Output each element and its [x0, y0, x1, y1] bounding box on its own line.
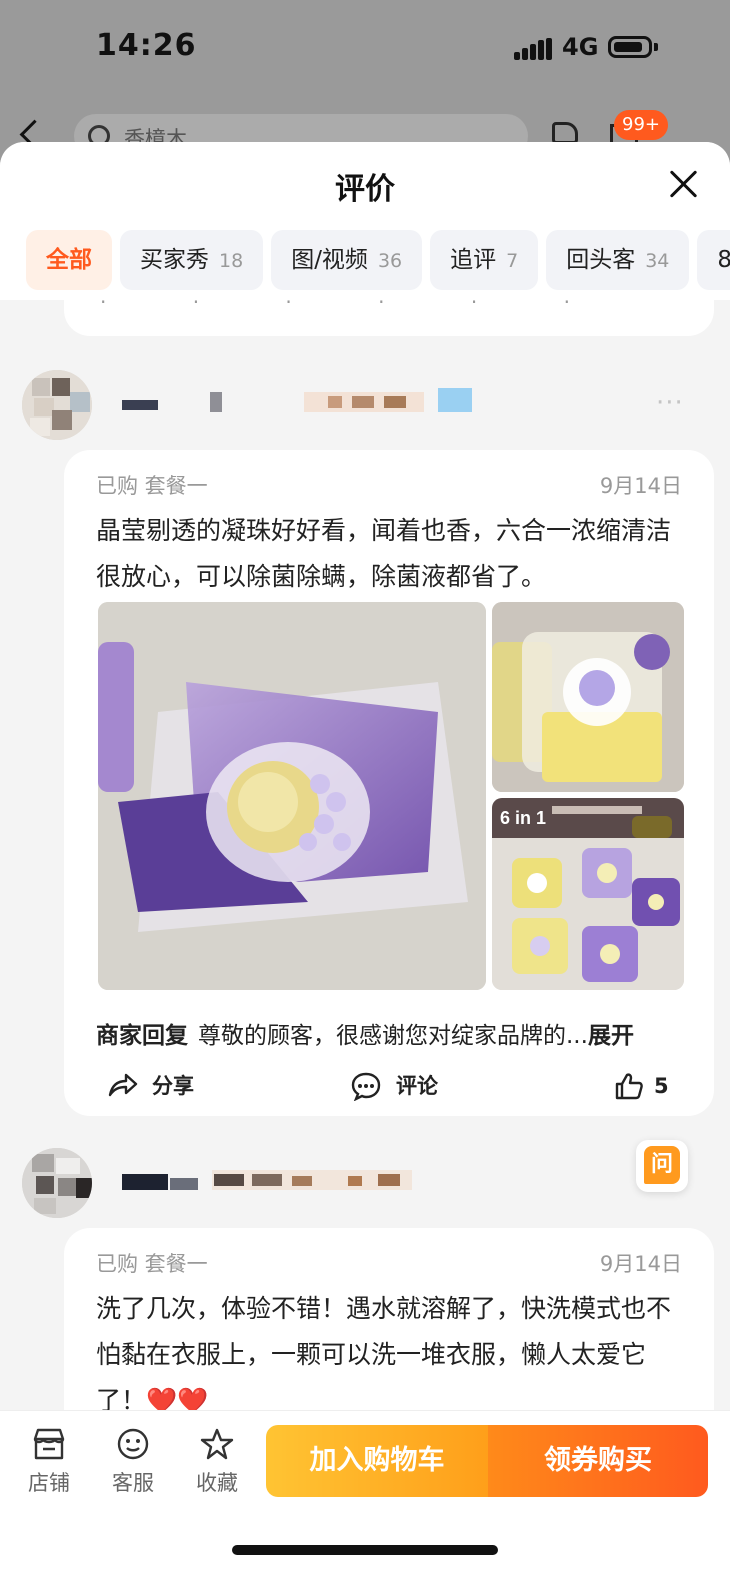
- filter-chip-more[interactable]: 88: [697, 230, 730, 290]
- battery-cap: [654, 43, 658, 51]
- battery-icon: [608, 36, 652, 58]
- customer-service-button[interactable]: 客服: [98, 1427, 168, 1497]
- home-indicator: [232, 1545, 498, 1555]
- expand-reply-link[interactable]: 展开: [588, 1023, 634, 1049]
- review-text: 洗了几次，体验不错！遇水就溶解了，快洗模式也不怕黏在衣服上，一颗可以洗一堆衣服，…: [96, 1294, 672, 1415]
- filter-chip-repeat-buyer[interactable]: 回头客 34: [546, 230, 690, 290]
- star-icon: [200, 1428, 234, 1460]
- network-label: 4G: [562, 33, 599, 61]
- purchased-variant: 已购 套餐一: [96, 474, 208, 498]
- review-photo-top-right[interactable]: [492, 602, 684, 792]
- review-filter-tabs: 全部 买家秀 18 图/视频 36 追评 7 回头客 34 88: [26, 230, 730, 290]
- store-label: 店铺: [28, 1471, 70, 1495]
- bottom-action-bar: 店铺 客服 收藏 加入购物车 领券购买: [0, 1410, 730, 1583]
- store-icon: [33, 1428, 65, 1460]
- filter-chip-label: 回头客: [566, 247, 636, 273]
- filter-chip-photo-video[interactable]: 图/视频 36: [271, 230, 423, 290]
- review-photo-bottom-right[interactable]: 6 in 1: [492, 798, 684, 990]
- share-arrow-icon: [108, 1073, 138, 1097]
- ask-question-button[interactable]: 问: [636, 1140, 688, 1192]
- filter-chip-label: 买家秀: [140, 247, 209, 273]
- ask-label: 问: [644, 1146, 680, 1184]
- like-count: 5: [654, 1074, 669, 1098]
- add-to-cart-button[interactable]: 加入购物车: [266, 1425, 488, 1497]
- reviewer-row[interactable]: ···: [22, 370, 712, 440]
- signal-icon: [514, 38, 552, 60]
- merchant-reply-text: 尊敬的顾客，很感谢您对绽家品牌的...: [198, 1023, 588, 1049]
- avatar[interactable]: [22, 370, 92, 440]
- filter-chip-all[interactable]: 全部: [26, 230, 112, 290]
- store-button[interactable]: 店铺: [14, 1427, 84, 1497]
- filter-chip-buyer-show[interactable]: 买家秀 18: [120, 230, 264, 290]
- purchased-variant: 已购 套餐一: [96, 1252, 208, 1276]
- review-sheet: · · · · · · ··· 已购 套餐一 9月14日 晶莹剔透的凝珠好好看，…: [0, 142, 730, 1582]
- filter-chip-label: 追评: [450, 247, 497, 273]
- status-bar: 14:26 4G: [0, 0, 730, 100]
- more-options-icon[interactable]: ···: [656, 388, 684, 418]
- filter-chip-count: 34: [645, 250, 670, 272]
- avatar[interactable]: [22, 1148, 92, 1218]
- customer-service-label: 客服: [112, 1471, 154, 1495]
- filter-chip-count: 18: [219, 250, 244, 272]
- review-date: 9月14日: [599, 474, 682, 498]
- coupon-buy-button[interactable]: 领券购买: [488, 1425, 708, 1497]
- review-date: 9月14日: [599, 1252, 682, 1276]
- thumbs-up-icon: [615, 1073, 643, 1100]
- share-icon[interactable]: [552, 122, 578, 144]
- comment-label: 评论: [396, 1074, 438, 1098]
- review-actions: 分享 评论 5: [96, 1066, 696, 1106]
- close-icon[interactable]: [668, 168, 700, 200]
- merchant-reply-label: 商家回复: [96, 1023, 188, 1049]
- cart-badge: 99+: [614, 110, 668, 140]
- filter-chip-label: 图/视频: [291, 247, 368, 273]
- merchant-reply[interactable]: 商家回复 尊敬的顾客，很感谢您对绽家品牌的...展开: [96, 1016, 696, 1050]
- filter-chip-count: 7: [506, 250, 519, 272]
- filter-chip-label: 全部: [46, 247, 92, 273]
- package-text-6in1: 6 in 1: [500, 808, 546, 828]
- comment-icon: [351, 1072, 381, 1101]
- review-card: 已购 套餐一 9月14日 晶莹剔透的凝珠好好看，闻着也香，六合一浓缩清洁很放心，…: [64, 450, 714, 1116]
- review-photo-grid: 6 in 1: [98, 602, 684, 990]
- filter-chip-count: 36: [377, 250, 403, 272]
- sheet-header: 评价 全部 买家秀 18 图/视频 36 追评 7 回头客 34 88: [0, 142, 730, 300]
- review-text: 晶莹剔透的凝珠好好看，闻着也香，六合一浓缩清洁很放心，可以除菌除螨，除菌液都省了…: [96, 516, 672, 591]
- filter-chip-follow-up[interactable]: 追评 7: [430, 230, 539, 290]
- sheet-title: 评价: [335, 172, 395, 207]
- filter-chip-label: 88: [717, 247, 730, 273]
- reviewer-row[interactable]: ···: [22, 1148, 712, 1218]
- status-time: 14:26: [96, 28, 197, 63]
- favorite-button[interactable]: 收藏: [182, 1427, 252, 1497]
- share-label: 分享: [152, 1074, 194, 1098]
- customer-service-icon: [117, 1428, 149, 1460]
- favorite-label: 收藏: [196, 1471, 238, 1495]
- review-photo-main[interactable]: [98, 602, 486, 990]
